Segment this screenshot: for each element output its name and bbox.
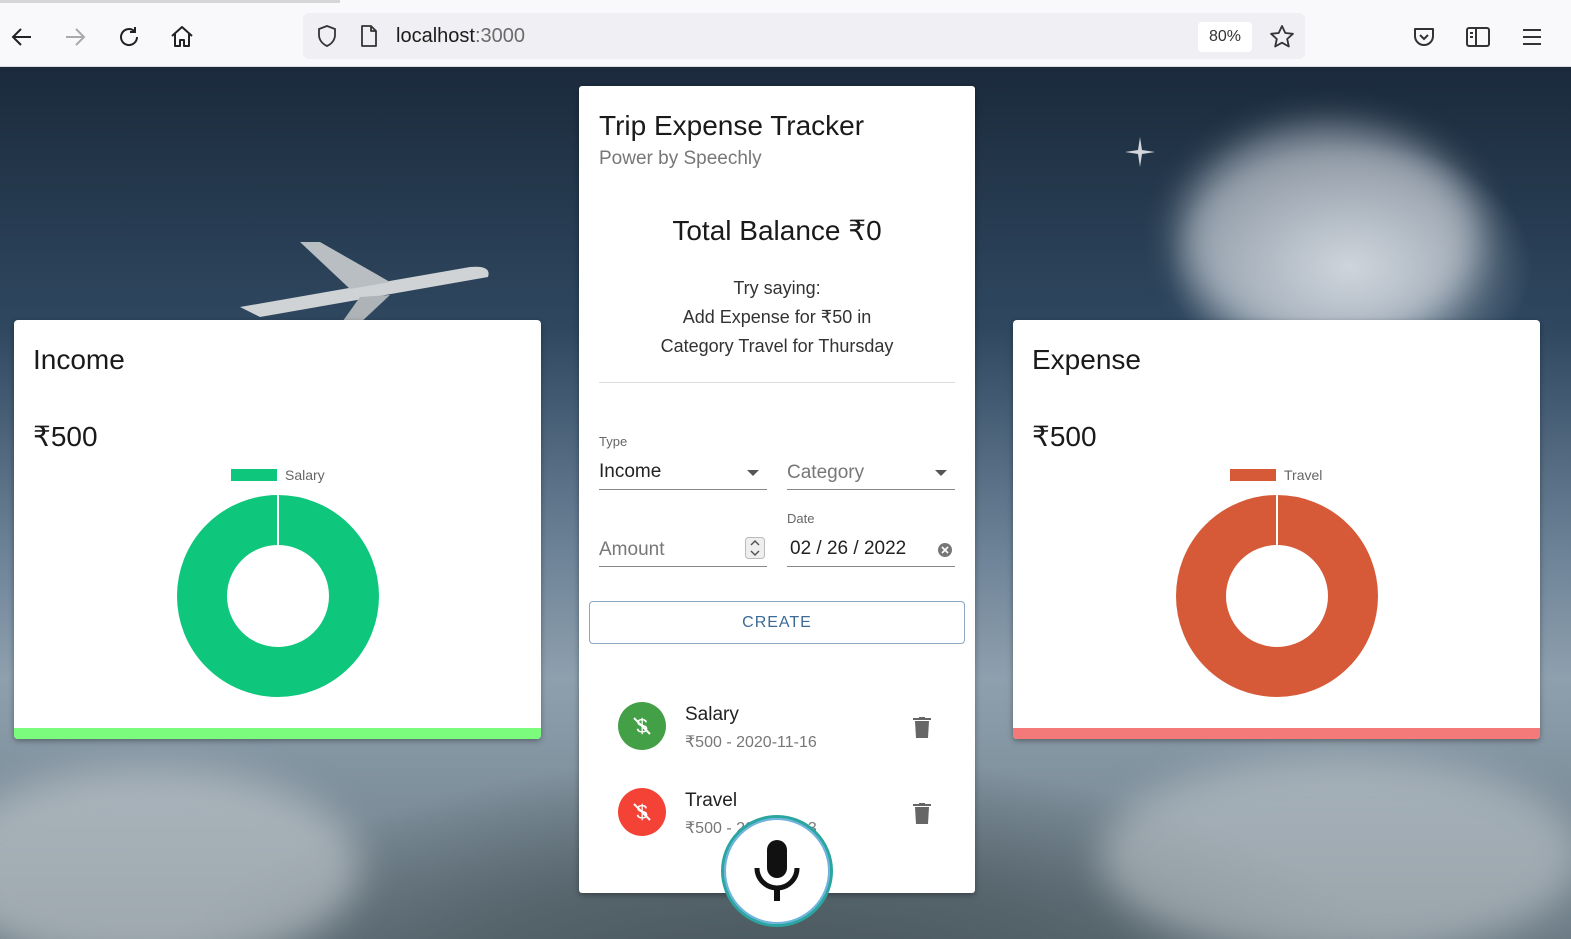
- microphone-button[interactable]: [721, 815, 833, 927]
- hint-line: Category Travel for Thursday: [660, 336, 894, 356]
- income-legend[interactable]: Salary: [231, 467, 325, 483]
- money-off-icon: $: [618, 788, 666, 836]
- category-placeholder: Category: [787, 462, 865, 483]
- address-bar[interactable]: localhost:3000 80%: [303, 13, 1305, 59]
- total-balance: Total Balance ₹0: [672, 215, 882, 246]
- cloud: [0, 767, 360, 939]
- expense-card: Expense ₹500 Travel: [1013, 320, 1540, 739]
- type-label: Type: [599, 434, 628, 449]
- star-icon[interactable]: [1269, 24, 1295, 55]
- page-icon[interactable]: [358, 24, 380, 53]
- income-accent-bar: [14, 728, 541, 739]
- transaction-title: Salary: [685, 704, 739, 725]
- money-off-icon: $: [618, 702, 666, 750]
- date-label: Date: [787, 511, 815, 526]
- date-value: 02 / 26 / 2022: [790, 538, 907, 559]
- page-title: Trip Expense Tracker: [599, 110, 865, 141]
- amount-input[interactable]: Amount: [599, 535, 767, 567]
- menu-icon[interactable]: [1517, 22, 1547, 52]
- expense-title: Expense: [1032, 344, 1141, 375]
- income-card: Income ₹500 Salary: [14, 320, 541, 739]
- expense-legend[interactable]: Travel: [1230, 467, 1322, 483]
- income-amount: ₹500: [33, 421, 98, 452]
- hint-line: Add Expense for ₹50 in: [682, 307, 872, 327]
- income-title: Income: [33, 344, 125, 375]
- shield-icon[interactable]: [315, 24, 339, 53]
- income-donut-chart[interactable]: [176, 494, 380, 698]
- type-value: Income: [599, 461, 662, 482]
- hint-line: Try saying:: [733, 278, 821, 298]
- transaction-subtitle: ₹500 - 2020-11-16: [685, 734, 817, 751]
- reload-icon[interactable]: [114, 22, 144, 52]
- pocket-icon[interactable]: [1409, 22, 1439, 52]
- divider: [599, 382, 955, 383]
- create-button[interactable]: CREATE: [589, 601, 965, 644]
- cloud: [1100, 757, 1571, 939]
- back-icon[interactable]: [7, 22, 37, 52]
- url-text[interactable]: localhost:3000: [396, 25, 525, 48]
- zoom-level[interactable]: 80%: [1198, 22, 1252, 52]
- transaction-title: Travel: [685, 790, 738, 811]
- legend-swatch: [1230, 469, 1276, 481]
- type-select[interactable]: Income: [599, 458, 767, 490]
- legend-swatch: [231, 469, 277, 481]
- date-input[interactable]: 02 / 26 / 2022: [787, 535, 955, 567]
- delete-icon[interactable]: [910, 800, 934, 831]
- tracker-card: Trip Expense Tracker Power by Speechly T…: [579, 86, 975, 893]
- page-subtitle: Power by Speechly: [599, 148, 762, 169]
- chevron-down-icon: [935, 470, 947, 476]
- voice-hint: Try saying: Add Expense for ₹50 in Categ…: [579, 274, 975, 361]
- expense-amount: ₹500: [1032, 421, 1097, 452]
- airplane-icon: [240, 242, 489, 325]
- legend-label: Travel: [1284, 467, 1323, 483]
- home-icon[interactable]: [167, 22, 197, 52]
- url-host: localhost: [396, 25, 475, 47]
- cloud: [1180, 127, 1480, 347]
- expense-accent-bar: [1013, 728, 1540, 739]
- legend-label: Salary: [285, 467, 325, 483]
- clear-icon[interactable]: [937, 542, 953, 558]
- microphone-icon: [754, 840, 800, 901]
- tab-strip-edge: [0, 0, 340, 3]
- sidebar-icon[interactable]: [1463, 22, 1493, 52]
- expense-donut-chart[interactable]: [1175, 494, 1379, 698]
- chevron-down-icon: [747, 470, 759, 476]
- url-port: :3000: [474, 25, 525, 47]
- transaction-item[interactable]: $ Salary ₹500 - 2020-11-16: [579, 702, 975, 772]
- number-spinner-icon[interactable]: [745, 537, 765, 559]
- forward-icon[interactable]: [60, 22, 90, 52]
- amount-placeholder: Amount: [599, 539, 665, 560]
- delete-icon[interactable]: [910, 714, 934, 745]
- browser-toolbar: localhost:3000 80%: [0, 0, 1571, 67]
- category-select[interactable]: Category: [787, 458, 955, 490]
- sparkle-icon: [1125, 137, 1155, 167]
